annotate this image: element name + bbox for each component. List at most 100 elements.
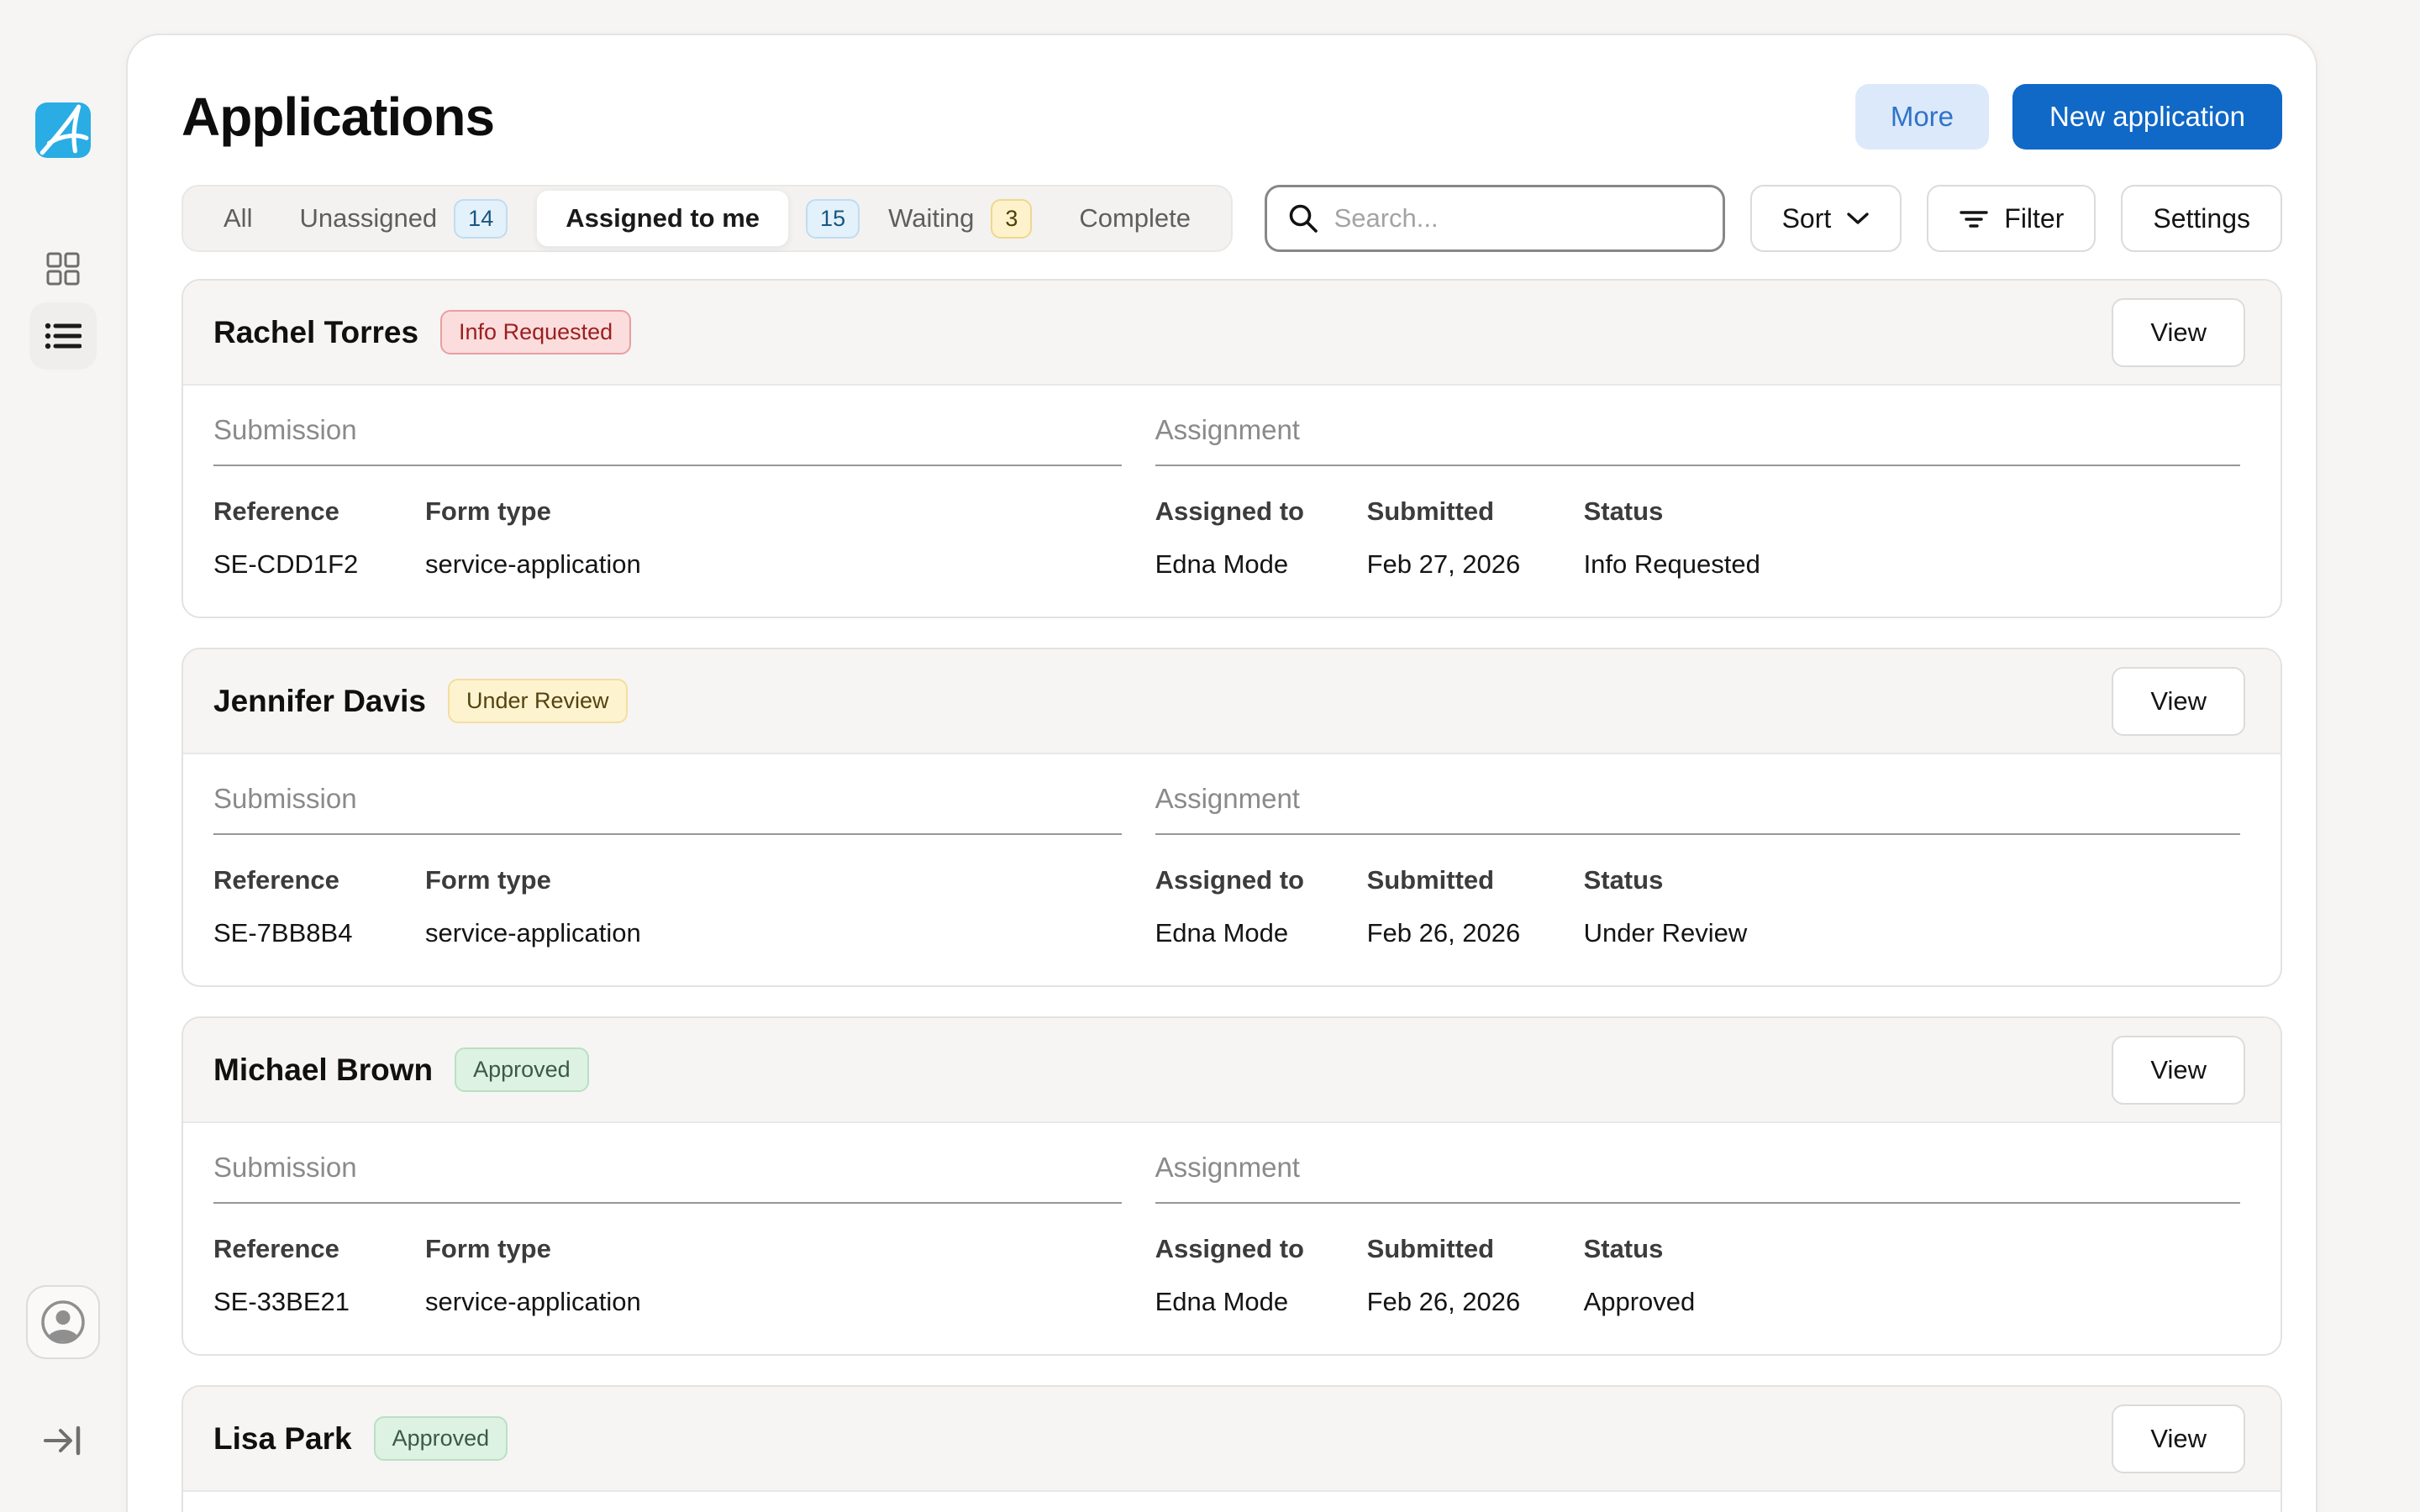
assignment-section-label: Assignment: [1155, 783, 2240, 835]
collapse-sidebar-button[interactable]: [43, 1423, 83, 1458]
assignment-section: Assignment Assigned to Submitted Status …: [1155, 783, 2240, 948]
sort-button[interactable]: Sort: [1750, 185, 1902, 252]
header-actions: More New application: [1855, 84, 2282, 150]
status-badge: Approved: [455, 1047, 589, 1092]
status-column-header: Status: [1584, 865, 2240, 895]
settings-button[interactable]: Settings: [2121, 185, 2282, 252]
grid-view-icon: [46, 252, 80, 286]
view-button[interactable]: View: [2112, 1404, 2245, 1473]
app-logo: [35, 102, 91, 158]
reference-column-header: Reference: [213, 496, 425, 527]
form-type-value: service-application: [425, 549, 1122, 580]
tab-all[interactable]: All: [200, 186, 276, 250]
form-type-value: service-application: [425, 1287, 1122, 1317]
filter-button-label: Filter: [2004, 203, 2064, 234]
view-button[interactable]: View: [2112, 667, 2245, 736]
submitted-value: Feb 26, 2026: [1367, 1287, 1584, 1317]
search-box[interactable]: [1265, 185, 1725, 252]
reference-value: SE-33BE21: [213, 1287, 425, 1317]
card-header: Lisa Park Approved View: [183, 1387, 2281, 1492]
applicant-name: Lisa Park: [213, 1421, 352, 1457]
reference-value: SE-CDD1F2: [213, 549, 425, 580]
reference-value: SE-7BB8B4: [213, 918, 425, 948]
assigned-to-column-header: Assigned to: [1155, 1234, 1367, 1264]
list-view-icon: [45, 320, 82, 352]
submission-section: Submission Reference Form type SE-7BB8B4…: [213, 783, 1122, 948]
tab-assigned-to-me[interactable]: Assigned to me 15: [531, 186, 865, 250]
submission-section-label: Submission: [213, 783, 1122, 835]
submitted-column-header: Submitted: [1367, 1234, 1584, 1264]
submitted-value: Feb 27, 2026: [1367, 549, 1584, 580]
tab-complete[interactable]: Complete: [1055, 186, 1214, 250]
sidebar: [0, 0, 126, 1512]
status-value: Approved: [1584, 1287, 2240, 1317]
submission-section: Submission Reference Form type SE-CDD1F2…: [213, 414, 1122, 580]
application-card: Jennifer Davis Under Review View Submiss…: [182, 648, 2282, 987]
sidebar-item-list-view[interactable]: [29, 302, 97, 370]
tab-assigned-to-me-count: 15: [806, 199, 860, 239]
card-body: Submission Reference Form type SE-CDD1F2…: [183, 386, 2281, 617]
tab-bar: All Unassigned 14 Assigned to me 15 Wait…: [182, 185, 1233, 252]
card-header: Jennifer Davis Under Review View: [183, 649, 2281, 754]
status-column-header: Status: [1584, 1234, 2240, 1264]
card-body: Submission Reference Form type SE-33BE21…: [183, 1123, 2281, 1354]
filter-button[interactable]: Filter: [1927, 185, 2096, 252]
tab-waiting[interactable]: Waiting 3: [865, 186, 1055, 250]
assigned-to-column-header: Assigned to: [1155, 865, 1367, 895]
status-column-header: Status: [1584, 496, 2240, 527]
tab-unassigned[interactable]: Unassigned 14: [276, 186, 531, 250]
toolbar: All Unassigned 14 Assigned to me 15 Wait…: [182, 185, 2282, 252]
assignment-section: Assignment Assigned to Submitted Status …: [1155, 414, 2240, 580]
applicant-name: Jennifer Davis: [213, 684, 426, 719]
view-button[interactable]: View: [2112, 1036, 2245, 1105]
search-icon: [1287, 202, 1319, 234]
card-header: Rachel Torres Info Requested View: [183, 281, 2281, 386]
tab-assigned-to-me-label: Assigned to me: [536, 190, 789, 247]
new-application-button[interactable]: New application: [2012, 84, 2282, 150]
assigned-to-value: Edna Mode: [1155, 549, 1367, 580]
submission-section-label: Submission: [213, 1152, 1122, 1204]
application-card: Michael Brown Approved View Submission R…: [182, 1016, 2282, 1356]
status-badge: Approved: [374, 1416, 508, 1461]
more-button[interactable]: More: [1855, 84, 1989, 150]
sidebar-item-grid-view[interactable]: [29, 235, 97, 302]
applications-panel: Applications More New application All Un…: [126, 34, 2317, 1512]
settings-button-label: Settings: [2153, 203, 2250, 234]
application-card: Lisa Park Approved View Submission Assig…: [182, 1385, 2282, 1512]
application-card: Rachel Torres Info Requested View Submis…: [182, 279, 2282, 618]
assigned-to-column-header: Assigned to: [1155, 496, 1367, 527]
card-body: Submission Reference Form type SE-7BB8B4…: [183, 754, 2281, 985]
tab-waiting-count: 3: [991, 199, 1032, 239]
status-value: Info Requested: [1584, 549, 2240, 580]
submission-section-label: Submission: [213, 414, 1122, 466]
tab-unassigned-count: 14: [454, 199, 508, 239]
form-type-column-header: Form type: [425, 496, 1122, 527]
tab-complete-label: Complete: [1079, 203, 1191, 234]
card-header: Michael Brown Approved View: [183, 1018, 2281, 1123]
view-button[interactable]: View: [2112, 298, 2245, 367]
page-title: Applications: [182, 86, 494, 148]
form-type-value: service-application: [425, 918, 1122, 948]
submitted-column-header: Submitted: [1367, 496, 1584, 527]
user-avatar-button[interactable]: [26, 1285, 100, 1359]
assigned-to-value: Edna Mode: [1155, 1287, 1367, 1317]
assigned-to-value: Edna Mode: [1155, 918, 1367, 948]
collapse-sidebar-icon: [43, 1423, 83, 1458]
assignment-section-label: Assignment: [1155, 1152, 2240, 1204]
user-avatar-icon: [39, 1299, 87, 1346]
page-header: Applications More New application: [182, 84, 2282, 150]
form-type-column-header: Form type: [425, 1234, 1122, 1264]
search-input[interactable]: [1334, 203, 1702, 234]
assignment-section: Assignment Assigned to Submitted Status …: [1155, 1152, 2240, 1317]
applicant-name: Michael Brown: [213, 1053, 433, 1088]
sort-button-label: Sort: [1782, 203, 1832, 234]
reference-column-header: Reference: [213, 1234, 425, 1264]
submitted-column-header: Submitted: [1367, 865, 1584, 895]
card-body: Submission Assignment: [183, 1492, 2281, 1512]
tab-waiting-label: Waiting: [888, 203, 974, 234]
submission-section: Submission Reference Form type SE-33BE21…: [213, 1152, 1122, 1317]
assignment-section-label: Assignment: [1155, 414, 2240, 466]
status-badge: Info Requested: [440, 310, 631, 354]
chevron-down-icon: [1846, 211, 1870, 226]
tab-all-label: All: [224, 203, 252, 234]
